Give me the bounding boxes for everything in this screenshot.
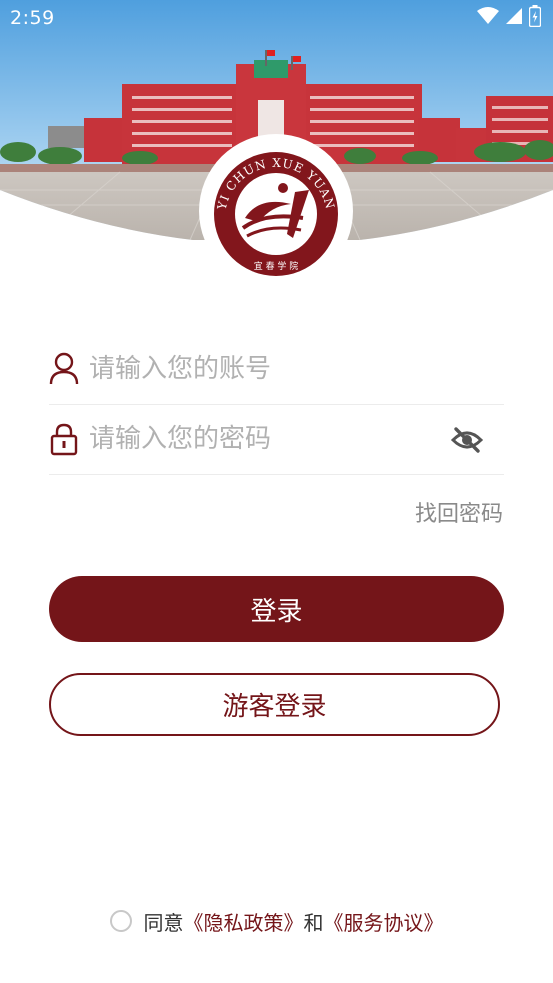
agreement-conjunction: 和 (303, 910, 324, 935)
user-icon (49, 352, 79, 386)
lock-icon (49, 422, 79, 456)
account-input[interactable] (89, 348, 469, 390)
logo-bottom-text: 宜 春 学 院 (254, 260, 299, 272)
login-screen: 2:59 YI CHUN XUE YUAN 宜 春 学 院 请输入您的账号 找回… (0, 0, 553, 983)
service-agreement-link[interactable]: 《服务协议》 (324, 907, 444, 936)
privacy-policy-link[interactable]: 《隐私政策》 (184, 907, 304, 936)
password-input[interactable] (89, 418, 469, 460)
status-bar: 2:59 (0, 0, 553, 38)
university-logo: YI CHUN XUE YUAN 宜 春 学 院 (199, 134, 353, 288)
battery-charging-icon (528, 5, 542, 31)
status-time: 2:59 (10, 7, 55, 29)
account-field (49, 334, 504, 405)
agreement-prefix: 同意 (143, 910, 184, 935)
eye-hidden-icon[interactable] (450, 424, 484, 456)
status-icons (477, 5, 542, 31)
cellular-signal-icon (505, 7, 523, 29)
login-button[interactable]: 登录 (49, 576, 504, 642)
forgot-password-link[interactable]: 找回密码 (415, 496, 503, 528)
agreement-row: 同意 《隐私政策》 和 《服务协议》 (0, 905, 553, 937)
agreement-radio[interactable] (109, 910, 132, 932)
wifi-icon (477, 7, 499, 29)
guest-login-button[interactable]: 游客登录 (49, 673, 500, 736)
password-field (49, 404, 504, 475)
